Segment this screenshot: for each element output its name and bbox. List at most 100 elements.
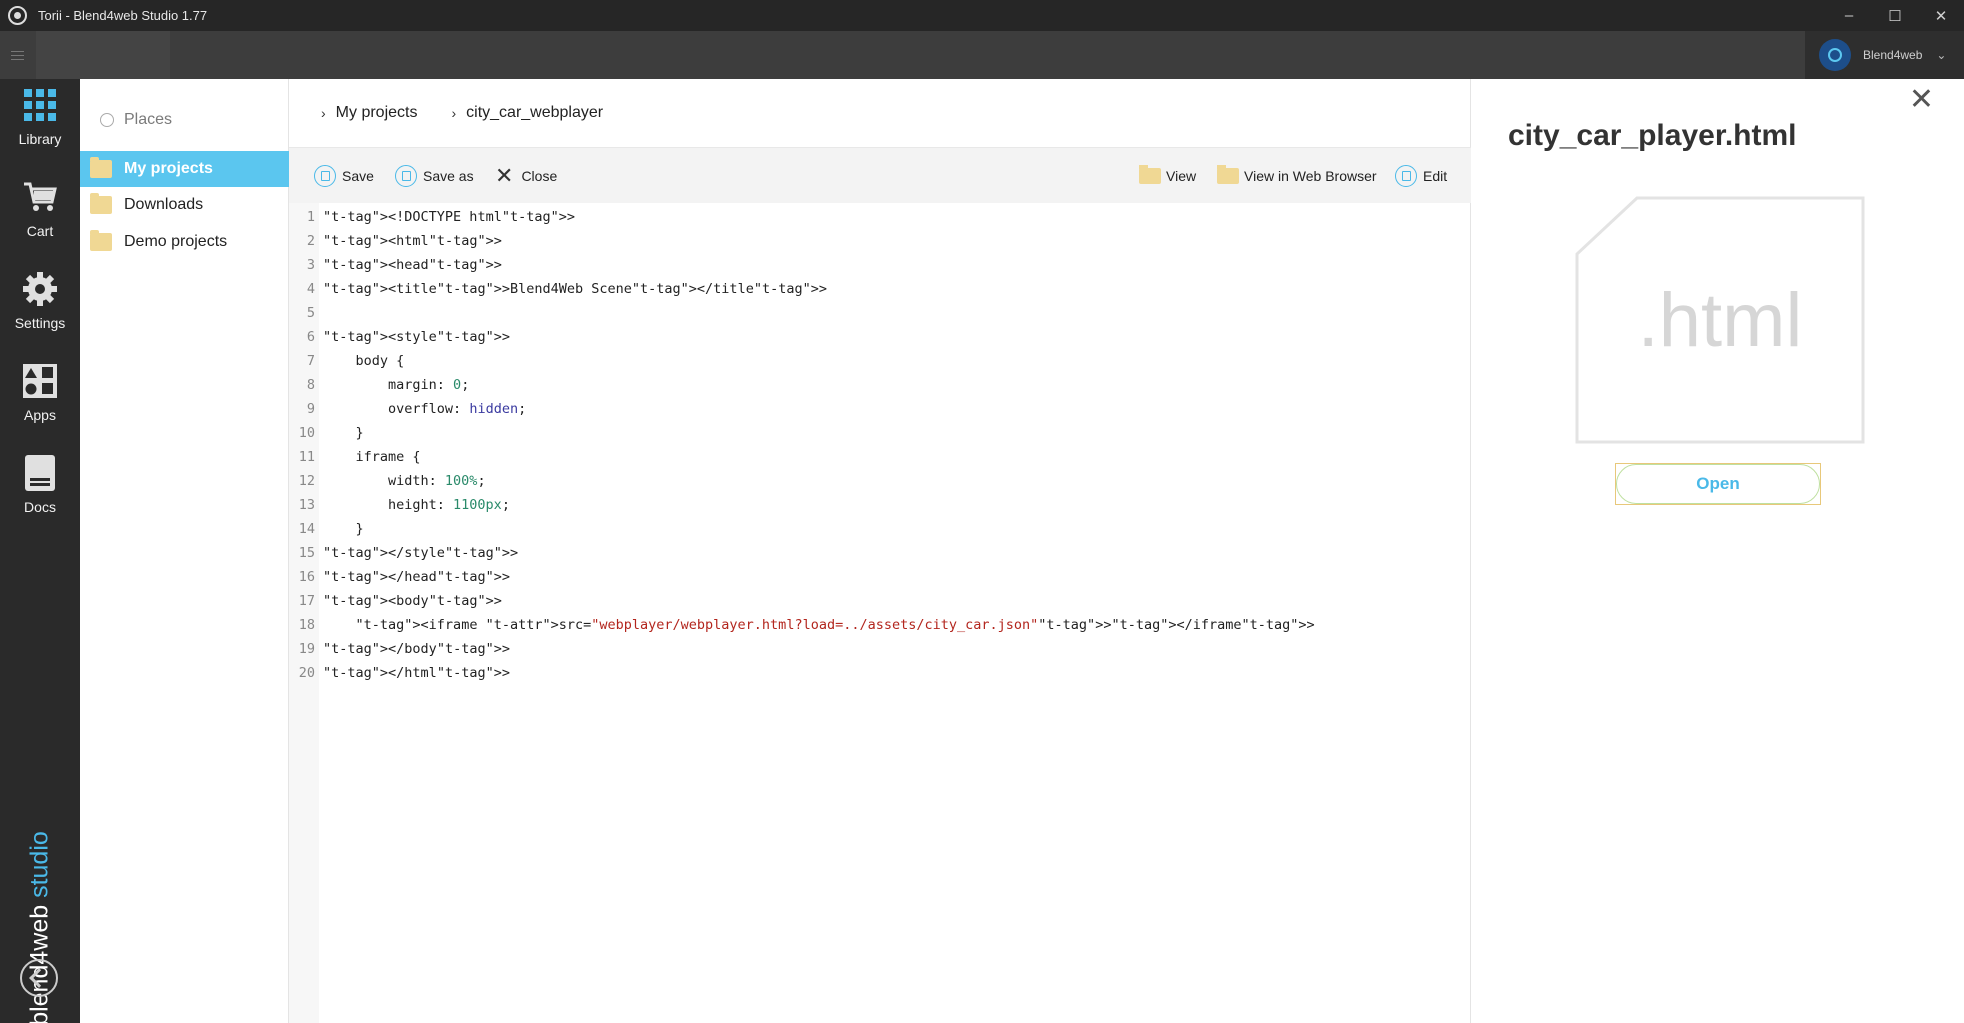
breadcrumb-item[interactable]: › My projects (289, 104, 417, 122)
rail-item-label: Docs (24, 499, 56, 515)
menu-icon[interactable] (0, 31, 34, 79)
code-line: 10 } (289, 421, 1471, 445)
line-number: 20 (298, 665, 315, 681)
code-text: } (323, 425, 364, 441)
code-text: "t-tag"><iframe "t-attr">src="webplayer/… (355, 617, 1315, 633)
editor-toolbar: Save Save as ✕ Close View View in Web Br… (289, 148, 1471, 203)
code-line: 11 iframe { (289, 445, 1471, 469)
active-tab[interactable] (36, 31, 170, 79)
code-line: 9 overflow: hidden; (289, 397, 1471, 421)
open-button[interactable]: Open (1615, 463, 1821, 505)
chevron-right-icon: › (321, 105, 326, 121)
save-button[interactable]: Save (314, 148, 374, 203)
code-line: 6 "t-tag"><style"t-tag">> (289, 325, 1471, 349)
code-text: "t-tag"><html"t-tag">> (323, 233, 502, 249)
code-line: 20 "t-tag"></html"t-tag">> (289, 661, 1471, 685)
file-extension: .html (1637, 277, 1803, 363)
line-number: 11 (298, 449, 315, 465)
line-number: 10 (298, 425, 315, 441)
line-number: 12 (298, 473, 315, 489)
line-number: 16 (298, 569, 315, 585)
rail-item-docs[interactable]: Docs (0, 447, 80, 531)
close-icon[interactable]: ✕ (1909, 85, 1934, 115)
code-text: } (323, 521, 364, 537)
chevron-right-icon: › (451, 105, 457, 121)
user-name: Blend4web (1863, 48, 1923, 62)
window-title: Torii - Blend4web Studio 1.77 (38, 8, 208, 23)
line-number: 1 (306, 209, 315, 225)
close-window-icon[interactable]: ✕ (1918, 0, 1964, 31)
code-text: "t-tag"><title"t-tag">>Blend4Web Scene"t… (323, 281, 827, 297)
place-demo-projects[interactable]: Demo projects (80, 224, 289, 260)
save-as-label: Save as (423, 167, 474, 184)
rail-item-apps[interactable]: Apps (0, 355, 80, 439)
view-in-browser-button[interactable]: View in Web Browser (1217, 148, 1377, 203)
folder-icon (1217, 164, 1239, 184)
breadcrumb-label: My projects (335, 104, 418, 121)
code-line: 18 "t-tag"><iframe "t-attr">src="webplay… (289, 613, 1471, 637)
code-text: "t-tag"><head"t-tag">> (323, 257, 502, 273)
app-window: Torii - Blend4web Studio 1.77 – ☐ ✕ Blen… (0, 0, 1964, 1023)
line-number: 15 (298, 545, 315, 561)
place-my-projects[interactable]: My projects (80, 151, 289, 187)
close-icon: ✕ (495, 162, 514, 188)
code-line: 2 "t-tag"><html"t-tag">> (289, 229, 1471, 253)
title-bar: Torii - Blend4web Studio 1.77 – ☐ ✕ (0, 0, 1964, 31)
edit-icon (1395, 164, 1417, 187)
places-title: Places (124, 111, 173, 128)
place-label: Downloads (124, 196, 204, 213)
line-number: 19 (298, 641, 315, 657)
avatar (1819, 39, 1851, 71)
save-as-button[interactable]: Save as (395, 148, 474, 203)
code-text: height: 1100px; (323, 497, 510, 513)
code-line: 4 "t-tag"><title"t-tag">>Blend4Web Scene"… (289, 277, 1471, 301)
code-text: body { (323, 353, 405, 369)
save-icon (314, 164, 336, 187)
folder-icon (90, 193, 112, 214)
place-label: My projects (124, 160, 213, 177)
edit-button[interactable]: Edit (1395, 148, 1447, 203)
chevron-down-icon: ⌄ (1936, 48, 1947, 62)
view-button[interactable]: View (1139, 148, 1196, 203)
user-menu[interactable]: Blend4web ⌄ (1805, 31, 1964, 79)
line-number: 13 (298, 497, 315, 513)
folder-icon (90, 157, 112, 178)
code-text: margin: 0; (323, 377, 470, 393)
rail-item-settings[interactable]: Settings (0, 263, 80, 347)
line-number: 8 (306, 377, 315, 393)
place-downloads[interactable]: Downloads (80, 187, 289, 223)
folder-icon (90, 230, 112, 251)
close-file-button[interactable]: ✕ Close (495, 148, 557, 203)
file-name: city_car_player.html (1508, 119, 1797, 152)
breadcrumb: › My projects › city_car_webplayer (289, 79, 1471, 148)
rail-item-library[interactable]: Library (0, 79, 80, 163)
code-line: 5 (289, 301, 1471, 325)
editor-panel: › My projects › city_car_webplayer Save … (289, 79, 1471, 1023)
rail-item-label: Cart (26, 223, 54, 239)
folder-icon (1139, 164, 1161, 184)
line-number: 2 (306, 233, 315, 249)
line-number: 4 (306, 281, 315, 297)
line-number: 3 (306, 257, 315, 273)
line-number: 6 (306, 329, 315, 345)
rail-item-label: Library (18, 131, 62, 147)
breadcrumb-label: city_car_webplayer (466, 104, 604, 121)
places-panel: Places My projects Downloads Demo projec… (80, 79, 289, 1023)
code-line: 12 width: 100%; (289, 469, 1471, 493)
apps-icon (20, 361, 60, 401)
cart-icon (20, 177, 60, 217)
save-as-icon (395, 164, 417, 187)
maximize-icon[interactable]: ☐ (1872, 0, 1918, 31)
code-line: 19 "t-tag"></body"t-tag">> (289, 637, 1471, 661)
gear-icon (20, 269, 60, 309)
minimize-icon[interactable]: – (1826, 0, 1872, 31)
open-label: Open (1616, 464, 1820, 504)
code-line: 8 margin: 0; (289, 373, 1471, 397)
rail-item-cart[interactable]: Cart (0, 171, 80, 255)
line-number: 5 (306, 305, 315, 321)
code-editor[interactable]: 1 "t-tag"><!DOCTYPE html"t-tag">> 2 "t-tag"… (289, 203, 1471, 1023)
breadcrumb-item[interactable]: › city_car_webplayer (417, 104, 603, 122)
top-toolbar: Blend4web ⌄ (0, 31, 1964, 79)
rail-item-label: Apps (24, 407, 56, 423)
code-line: 1 "t-tag"><!DOCTYPE html"t-tag">> (289, 205, 1471, 229)
